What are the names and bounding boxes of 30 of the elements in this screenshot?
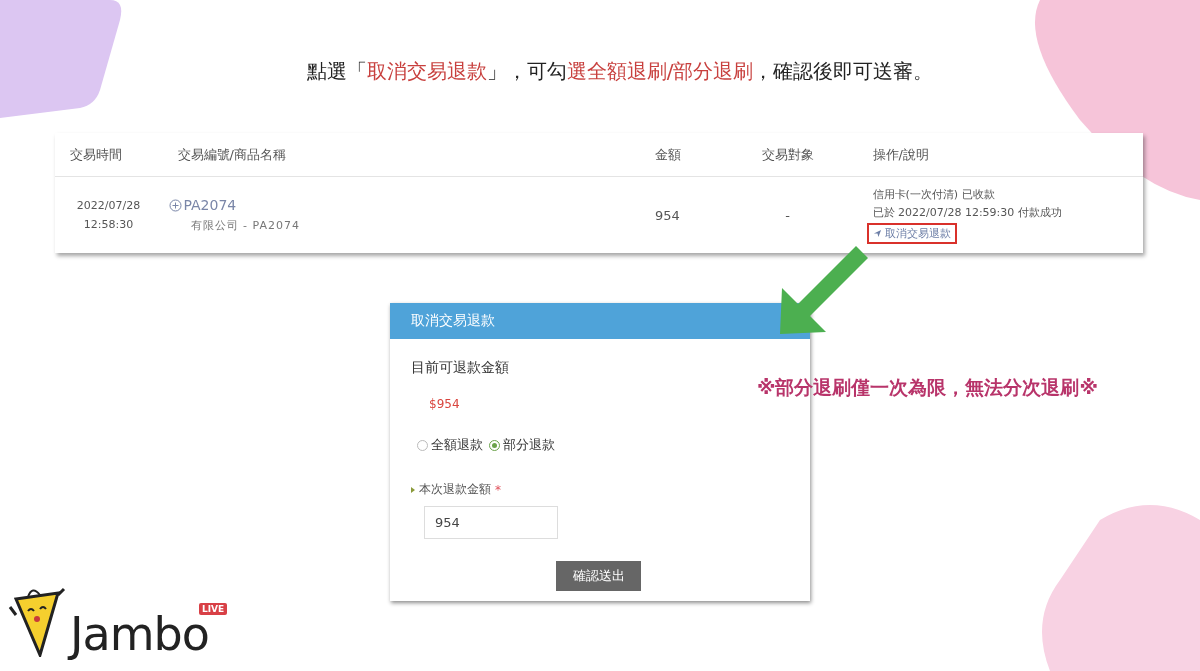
column-header: 操作/說明 <box>871 145 930 164</box>
live-badge: LIVE <box>199 603 228 615</box>
refundable-amount: $954 <box>429 397 460 411</box>
payment-status: 已於 2022/07/28 12:59:30 付款成功 <box>872 204 1062 220</box>
payment-status: 信用卡(一次付清) 已收款 <box>872 186 995 202</box>
expand-icon[interactable] <box>168 198 182 212</box>
column-header: 交易對象 <box>760 145 815 164</box>
column-header: 交易編號/商品名稱 <box>176 145 287 164</box>
dialog-title: 取消交易退款 <box>411 312 495 330</box>
instruction-text: 點選「取消交易退款」，可勾選全額退刷/部分退刷，確認後即可送審。 <box>306 58 934 85</box>
cancel-refund-link[interactable]: 取消交易退款 <box>866 222 957 244</box>
submit-button[interactable]: 確認送出 <box>556 561 641 591</box>
product-name: 有限公司 - PA2074 <box>189 218 301 233</box>
order-id: PA2074 <box>183 197 237 213</box>
amount-cell-text: 954 <box>654 207 681 223</box>
required-mark: * <box>495 482 501 497</box>
refund-amount-field[interactable]: 954 <box>424 506 558 539</box>
refund-option[interactable]: 部分退款 <box>489 436 555 454</box>
amount-label: 本次退款金額 <box>419 481 491 498</box>
party-cell-text: - <box>784 207 791 223</box>
transaction-date: 2022/07/28 <box>76 199 141 212</box>
bullet-icon <box>411 486 415 493</box>
refund-note: ※部分退刷僅一次為限，無法分次退刷※ <box>757 375 1098 400</box>
column-header: 交易時間 <box>68 145 123 164</box>
column-header: 金額 <box>653 145 682 164</box>
refund-option[interactable]: 全額退款 <box>417 436 483 454</box>
mascot-icon <box>6 585 68 657</box>
refundable-label: 目前可退款金額 <box>411 359 509 377</box>
transaction-time: 12:58:30 <box>83 218 134 231</box>
send-icon <box>872 228 882 238</box>
